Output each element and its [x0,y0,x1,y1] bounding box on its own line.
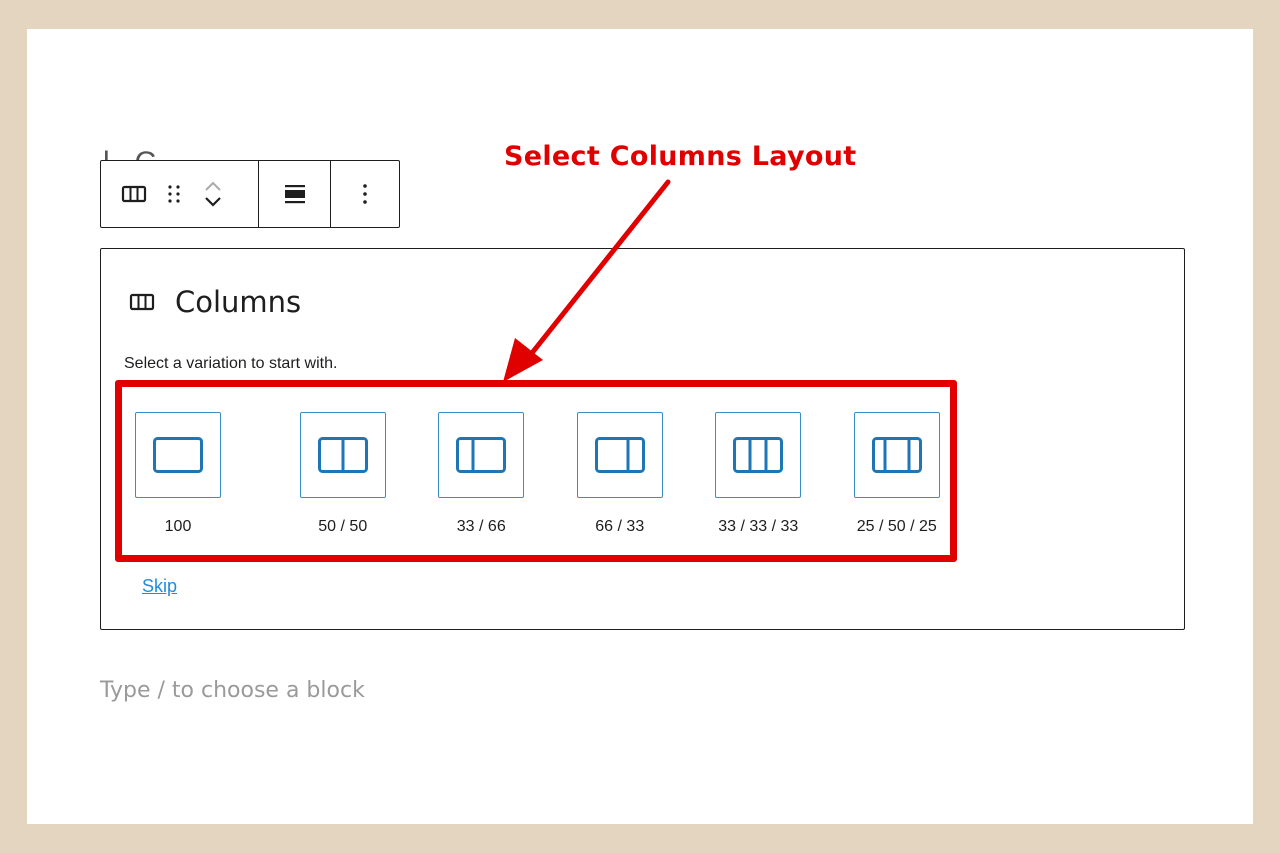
annotation-arrow-icon [503,179,671,382]
block-appender-placeholder[interactable]: Type / to choose a block [100,678,365,703]
